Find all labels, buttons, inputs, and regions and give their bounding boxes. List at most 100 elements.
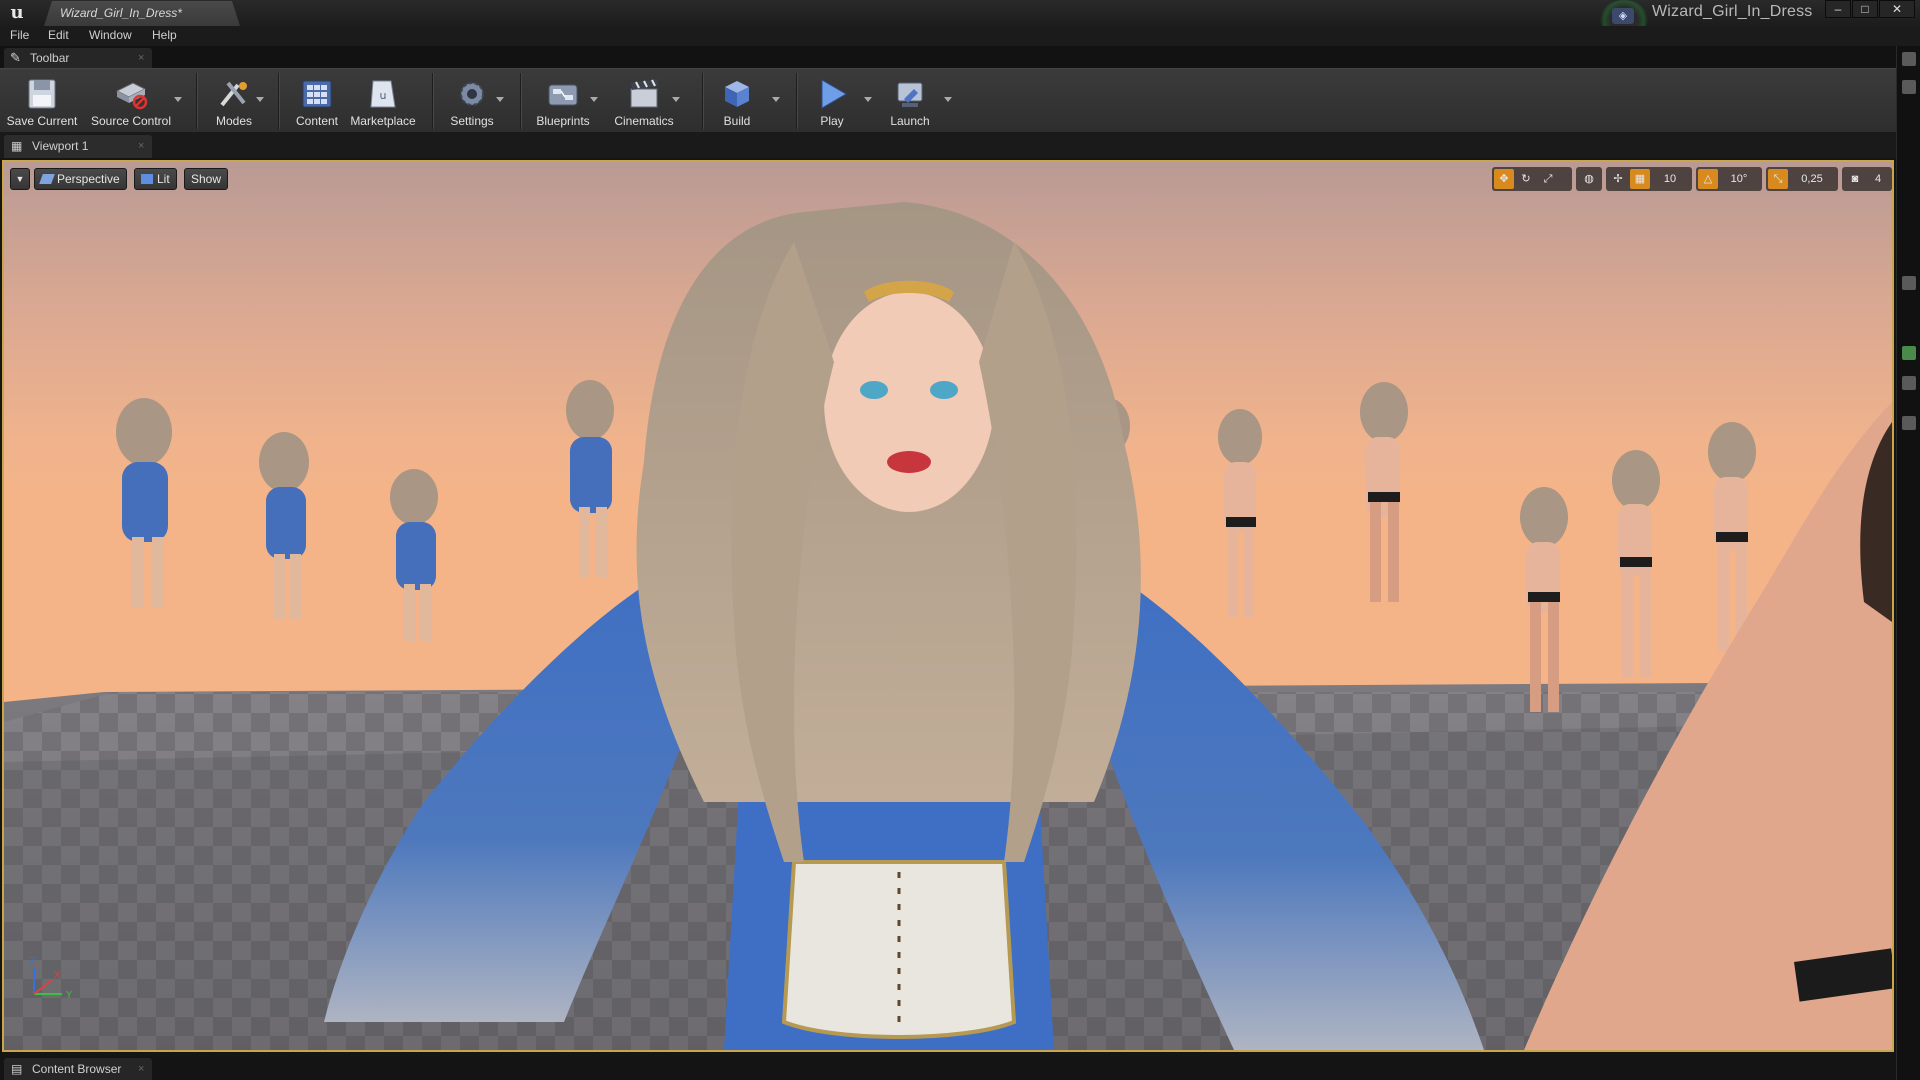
scale-snap-group: ⤡ 0,25 xyxy=(1766,167,1838,191)
level-viewport[interactable]: Y Z X ▼ Perspective Lit Show ✥ ↻ ⤢ ◍ ✢ ▦… xyxy=(2,160,1894,1052)
bottom-tab-row: ▤ Content Browser × xyxy=(0,1056,1896,1080)
source-control-button[interactable]: Source Control xyxy=(86,73,182,131)
svg-text:u: u xyxy=(380,89,387,102)
close-tab-icon[interactable]: × xyxy=(138,48,144,68)
menu-window[interactable]: Window xyxy=(89,28,132,42)
toolbar-divider xyxy=(702,73,704,129)
menu-file[interactable]: File xyxy=(10,28,29,42)
menu-icon[interactable] xyxy=(1902,276,1916,290)
lit-button[interactable]: Lit xyxy=(134,168,177,190)
translate-icon[interactable]: ✥ xyxy=(1494,169,1514,189)
unreal-logo-icon[interactable]: u xyxy=(6,2,28,24)
play-icon xyxy=(821,79,847,109)
scale-icon[interactable]: ⤢ xyxy=(1538,169,1558,189)
axis-x-label: X xyxy=(54,970,61,981)
title-bar: u Wizard_Girl_In_Dress* ◈ Wizard_Girl_In… xyxy=(0,0,1920,42)
scale-snap-icon[interactable]: ⤡ xyxy=(1768,169,1788,189)
coordinate-system: ◍ xyxy=(1576,167,1602,191)
toolbar-tab-label: Toolbar xyxy=(30,51,70,65)
chevron-down-icon[interactable] xyxy=(944,97,952,102)
save-icon xyxy=(28,79,56,109)
toolbar-divider xyxy=(796,73,798,129)
grid-snap-icon[interactable]: ▦ xyxy=(1630,169,1650,189)
content-button[interactable]: Content xyxy=(288,73,346,131)
clapperboard-icon xyxy=(630,79,658,108)
close-button[interactable]: ✕ xyxy=(1879,0,1915,18)
document-tab[interactable]: Wizard_Girl_In_Dress* xyxy=(44,1,240,26)
axis-z-label: Z xyxy=(29,956,36,967)
marketplace-button[interactable]: u Marketplace xyxy=(348,73,418,131)
content-browser-icon: ▤ xyxy=(11,1062,23,1076)
perspective-button[interactable]: Perspective xyxy=(34,168,127,190)
menu-bar: File Edit Window Help xyxy=(0,26,1920,46)
close-tab-icon[interactable]: × xyxy=(138,1058,144,1080)
search-icon[interactable] xyxy=(1902,416,1916,430)
content-grid-icon xyxy=(302,80,332,108)
surface-snap-icon[interactable]: ✢ xyxy=(1608,169,1628,189)
content-browser-label: Content Browser xyxy=(32,1062,122,1076)
viewport-tab[interactable]: ▦ Viewport 1 × xyxy=(4,135,152,158)
play-button[interactable]: Play xyxy=(806,73,872,131)
marketplace-icon: u xyxy=(370,80,396,108)
menu-help[interactable]: Help xyxy=(152,28,177,42)
build-button[interactable]: Build xyxy=(712,73,780,131)
maximize-button[interactable]: □ xyxy=(1852,0,1878,18)
right-dock-strip xyxy=(1896,46,1920,1080)
toolbar-tab[interactable]: ✎ Toolbar × xyxy=(4,48,152,68)
grid-snap-value[interactable]: 10 xyxy=(1652,169,1688,189)
toolbar-divider xyxy=(520,73,522,129)
details-icon[interactable] xyxy=(1902,376,1916,390)
close-tab-icon[interactable]: × xyxy=(138,135,144,157)
scene-render[interactable]: Y Z X xyxy=(4,162,1892,1050)
rotate-icon[interactable]: ↻ xyxy=(1516,169,1536,189)
wrench-icon: ✎ xyxy=(10,50,21,65)
chevron-down-icon[interactable] xyxy=(496,97,504,102)
launch-icon xyxy=(897,82,923,107)
camera-speed-value[interactable]: 4 xyxy=(1868,169,1888,189)
toolbar-divider xyxy=(196,73,198,129)
toolbar-divider xyxy=(432,73,434,129)
globe-icon[interactable]: ◍ xyxy=(1579,169,1599,189)
chevron-down-icon[interactable] xyxy=(174,97,182,102)
launch-button[interactable]: Launch xyxy=(882,73,952,131)
rotation-snap-icon[interactable]: △ xyxy=(1698,169,1718,189)
project-name: Wizard_Girl_In_Dress xyxy=(1652,3,1813,20)
modes-button[interactable]: Modes xyxy=(206,73,264,131)
rotation-snap-group: △ 10° xyxy=(1696,167,1762,191)
toolbar-tab-row: ✎ Toolbar × xyxy=(0,46,1900,68)
lit-cube-icon xyxy=(141,174,153,184)
grid-snap-group: ✢ ▦ 10 xyxy=(1606,167,1692,191)
viewport-icon: ▦ xyxy=(11,139,23,153)
chevron-down-icon[interactable] xyxy=(672,97,680,102)
viewport-tab-label: Viewport 1 xyxy=(32,139,89,153)
transform-tools: ✥ ↻ ⤢ xyxy=(1492,167,1572,191)
rotation-snap-value[interactable]: 10° xyxy=(1720,169,1758,189)
save-current-button[interactable]: Save Current xyxy=(4,73,80,131)
modes-icon xyxy=(220,81,247,107)
perspective-icon xyxy=(39,174,55,184)
toolbar-divider xyxy=(278,73,280,129)
panel-icon[interactable] xyxy=(1902,52,1916,66)
main-toolbar: Save Current Source Control Modes Conten… xyxy=(0,68,1896,133)
build-cubes-icon xyxy=(725,81,749,107)
settings-button[interactable]: Settings xyxy=(442,73,504,131)
viewport-options-button[interactable]: ▼ xyxy=(10,168,30,190)
blueprint-icon xyxy=(548,84,578,106)
menu-edit[interactable]: Edit xyxy=(48,28,69,42)
chevron-down-icon[interactable] xyxy=(864,97,872,102)
source-control-icon xyxy=(115,82,148,110)
minimize-button[interactable]: – xyxy=(1825,0,1851,18)
add-icon[interactable] xyxy=(1902,346,1916,360)
blueprints-button[interactable]: Blueprints xyxy=(530,73,598,131)
chevron-down-icon: ▼ xyxy=(15,174,25,184)
camera-icon[interactable]: ◙ xyxy=(1844,169,1866,189)
chevron-down-icon[interactable] xyxy=(256,97,264,102)
scale-snap-value[interactable]: 0,25 xyxy=(1790,169,1834,189)
show-button[interactable]: Show xyxy=(184,168,229,190)
camera-speed-group: ◙ 4 xyxy=(1842,167,1892,191)
chevron-down-icon[interactable] xyxy=(590,97,598,102)
chevron-down-icon[interactable] xyxy=(772,97,780,102)
cinematics-button[interactable]: Cinematics xyxy=(610,73,680,131)
search-icon[interactable] xyxy=(1902,80,1916,94)
content-browser-tab[interactable]: ▤ Content Browser × xyxy=(4,1058,152,1080)
